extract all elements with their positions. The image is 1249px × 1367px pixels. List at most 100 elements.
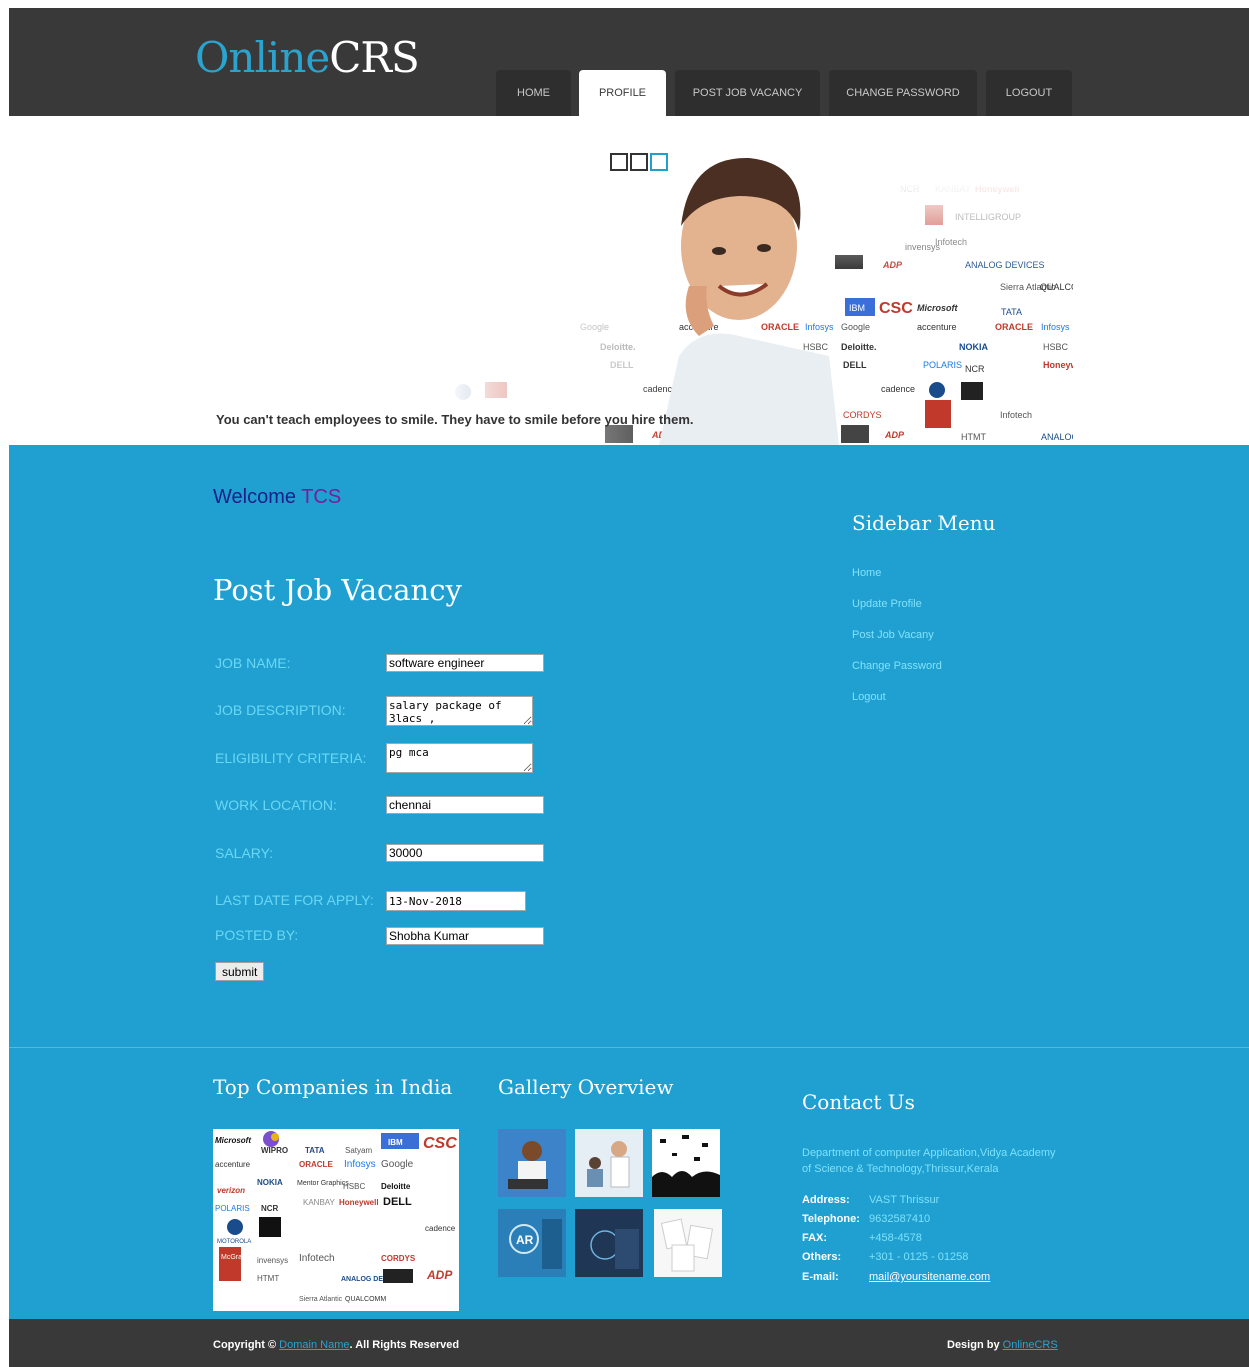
svg-text:Deloitte: Deloitte (381, 1182, 411, 1191)
logo-part-crs: CRS (329, 33, 420, 82)
svg-text:cadence: cadence (425, 1224, 456, 1233)
label-salary: SALARY: (215, 845, 274, 861)
welcome-prefix: Welcome (213, 486, 296, 508)
svg-text:ORACLE: ORACLE (299, 1160, 333, 1169)
contact-email-label: E-mail: (802, 1271, 839, 1283)
svg-text:HSBC: HSBC (343, 1182, 365, 1191)
svg-text:MOTOROLA: MOTOROLA (217, 1239, 251, 1245)
design-credit: Design by OnlineCRS (947, 1339, 1058, 1351)
sidebar-title: Sidebar Menu (852, 511, 996, 535)
sidebar-link-post-job[interactable]: Post Job Vacany (852, 629, 934, 641)
sidebar-link-logout[interactable]: Logout (852, 691, 886, 703)
gallery-thumb-business-screen[interactable] (575, 1209, 643, 1277)
svg-text:invensys: invensys (257, 1256, 288, 1265)
eligibility-textarea[interactable]: pg mca (386, 743, 533, 773)
copyright-bar: Copyright © Domain Name. All Rights Rese… (9, 1319, 1249, 1367)
nav-tab-profile[interactable]: PROFILE (579, 70, 666, 116)
svg-text:McGraw Hill: McGraw Hill (221, 1254, 259, 1261)
svg-text:Infosys: Infosys (344, 1159, 376, 1170)
label-job-description: JOB DESCRIPTION: (215, 702, 346, 718)
gallery-thumb-office-meeting[interactable] (575, 1129, 643, 1197)
label-work-location: WORK LOCATION: (215, 797, 337, 813)
page-frame: OnlineCRS HOME PROFILE POST JOB VACANCY … (9, 8, 1249, 1367)
sidebar-link-home[interactable]: Home (852, 567, 881, 579)
svg-text:HTMT: HTMT (257, 1274, 279, 1283)
gallery-thumb-woman-laptop[interactable] (498, 1129, 566, 1197)
svg-text:Mentor Graphics: Mentor Graphics (297, 1180, 349, 1187)
svg-text:AR: AR (516, 1233, 534, 1247)
smiling-man-image (659, 157, 839, 445)
svg-text:Satyam: Satyam (345, 1146, 372, 1155)
copyright-prefix: Copyright © (213, 1339, 277, 1351)
svg-text:NOKIA: NOKIA (257, 1178, 283, 1187)
slide-dot-1[interactable] (610, 153, 628, 171)
onlinecrs-link[interactable]: OnlineCRS (1003, 1339, 1058, 1351)
label-posted-by: POSTED BY: (215, 927, 299, 943)
copyright-rights: . All Rights Reserved (349, 1339, 460, 1351)
footer-section: Top Companies in India Microsoft WIPRO T… (9, 1047, 1249, 1320)
svg-text:ADP: ADP (426, 1268, 453, 1282)
svg-text:KANBAY: KANBAY (303, 1198, 336, 1207)
label-eligibility: ELIGIBILITY CRITERIA: (215, 750, 367, 766)
svg-text:CORDYS: CORDYS (381, 1254, 416, 1263)
contact-title: Contact Us (802, 1090, 915, 1114)
nav-tab-logout[interactable]: LOGOUT (986, 70, 1072, 116)
welcome-username: TCS (301, 486, 342, 508)
svg-text:POLARIS: POLARIS (215, 1204, 250, 1213)
contact-address-value: VAST Thrissur (869, 1194, 940, 1206)
nav-tab-post-job-vacancy[interactable]: POST JOB VACANCY (675, 70, 820, 116)
svg-text:WIPRO: WIPRO (261, 1146, 288, 1155)
svg-text:TATA: TATA (305, 1146, 325, 1155)
contact-email-link[interactable]: mail@yoursitename.com (869, 1271, 990, 1283)
nav-tab-change-password[interactable]: CHANGE PASSWORD (829, 70, 977, 116)
main-content: Welcome TCS Post Job Vacancy JOB NAME: J… (9, 445, 1249, 1047)
svg-text:IBM: IBM (388, 1138, 403, 1147)
domain-name-link[interactable]: Domain Name (279, 1339, 349, 1351)
gallery-thumb-documents[interactable] (654, 1209, 722, 1277)
slide-dot-2[interactable] (630, 153, 648, 171)
job-description-textarea[interactable]: salary package of 3lacs , (386, 696, 533, 726)
gallery-thumb-graduation[interactable] (652, 1129, 720, 1197)
gallery-title: Gallery Overview (498, 1075, 674, 1099)
sidebar-link-change-password[interactable]: Change Password (852, 660, 942, 672)
svg-text:NCR: NCR (261, 1204, 279, 1213)
contact-fax-label: FAX: (802, 1232, 828, 1244)
svg-text:Honeywell: Honeywell (339, 1198, 379, 1207)
svg-text:Infotech: Infotech (299, 1253, 335, 1264)
svg-text:verizon: verizon (217, 1186, 245, 1195)
sidebar-link-update-profile[interactable]: Update Profile (852, 598, 922, 610)
submit-button[interactable]: submit (215, 962, 265, 981)
contact-address-label: Address: (802, 1194, 850, 1206)
site-logo[interactable]: OnlineCRS (195, 33, 420, 82)
hero-banner: Honeywell KANBAY NCR INTELLIGROUP Infote… (9, 116, 1249, 445)
logo-part-online: Online (195, 33, 330, 82)
welcome-message: Welcome TCS (213, 486, 341, 509)
svg-text:Sierra Atlantic: Sierra Atlantic (299, 1296, 343, 1303)
svg-text:CSC: CSC (423, 1135, 457, 1152)
contact-telephone-value: 9632587410 (869, 1213, 931, 1225)
nav-tab-home[interactable]: HOME (496, 70, 571, 116)
gallery-thumb-tech-circle[interactable]: AR (498, 1209, 566, 1277)
contact-telephone-label: Telephone: (802, 1213, 860, 1225)
posted-by-input[interactable] (386, 927, 544, 945)
companies-logo-grid: Microsoft WIPRO TATA Satyam IBM CSC acce… (215, 1131, 457, 1303)
svg-text:Google: Google (381, 1159, 414, 1170)
svg-text:accenture: accenture (215, 1160, 251, 1169)
companies-title: Top Companies in India (213, 1075, 453, 1099)
copyright-text: Copyright © Domain Name. All Rights Rese… (213, 1339, 459, 1351)
svg-text:DELL: DELL (383, 1196, 412, 1208)
contact-fax-value: +458-4578 (869, 1232, 922, 1244)
job-name-input[interactable] (386, 654, 544, 672)
contact-others-label: Others: (802, 1251, 842, 1263)
contact-description: Department of computer Application,Vidya… (802, 1147, 1056, 1175)
site-header: OnlineCRS HOME PROFILE POST JOB VACANCY … (9, 8, 1249, 116)
salary-input[interactable] (386, 844, 544, 862)
label-last-date: LAST DATE FOR APPLY: (215, 892, 374, 908)
banner-caption: You can't teach employees to smile. They… (216, 412, 694, 427)
last-date-input[interactable] (386, 891, 526, 911)
label-job-name: JOB NAME: (215, 655, 291, 671)
svg-text:QUALCOMM: QUALCOMM (345, 1296, 386, 1303)
slide-dot-3[interactable] (650, 153, 668, 171)
work-location-input[interactable] (386, 796, 544, 814)
page-title: Post Job Vacancy (213, 573, 462, 607)
